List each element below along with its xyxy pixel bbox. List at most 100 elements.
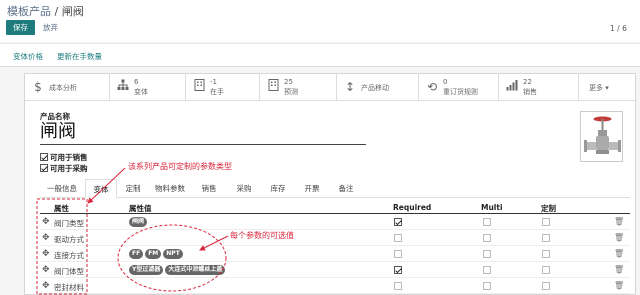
trash-icon[interactable]: 🗑 bbox=[614, 233, 624, 242]
more-label: 更多 ▾ bbox=[589, 84, 609, 92]
custom-checkbox[interactable] bbox=[542, 266, 550, 274]
required-checkbox[interactable] bbox=[394, 266, 402, 274]
variant-prices-button[interactable]: 变体价格 bbox=[13, 51, 43, 62]
custom-checkbox[interactable] bbox=[542, 234, 550, 242]
discard-button[interactable]: 放弃 bbox=[43, 20, 58, 35]
can-be-sold-label: 可用于销售 bbox=[50, 153, 88, 162]
drag-handle-icon[interactable]: ✥ bbox=[42, 233, 50, 243]
sitemap-icon bbox=[116, 79, 130, 95]
can-be-sold-checkbox-row[interactable]: 可用于销售 bbox=[40, 152, 88, 162]
save-button[interactable]: 保存 bbox=[6, 20, 35, 35]
onhand-count: -1 bbox=[210, 78, 217, 86]
table-row[interactable]: ✥ 密封材料 🗑 bbox=[40, 279, 630, 294]
action-bar: 变体价格 更新在手数量 bbox=[0, 43, 640, 67]
value-tag[interactable]: 大连式中泄螺丝上盖 bbox=[165, 265, 226, 275]
tab-general[interactable]: 一般信息 bbox=[40, 179, 84, 198]
tab-variants[interactable]: 变体 bbox=[85, 179, 117, 198]
multi-checkbox[interactable] bbox=[483, 282, 491, 290]
tab-notes[interactable]: 备注 bbox=[330, 179, 362, 198]
drag-handle-icon[interactable]: ✥ bbox=[42, 281, 50, 291]
pager-value[interactable]: 1 / 6 bbox=[610, 24, 627, 33]
attribute-name: 阀门类型 bbox=[54, 219, 84, 228]
table-row[interactable]: ✥ 驱动方式 🗑 bbox=[40, 231, 630, 246]
can-be-purchased-checkbox-row[interactable]: 可用于采购 bbox=[40, 163, 88, 173]
column-required[interactable]: Required bbox=[393, 203, 431, 212]
attribute-name: 连接方式 bbox=[54, 251, 84, 260]
tab-material-params[interactable]: 物料参数 bbox=[149, 179, 191, 198]
breadcrumb: 模板产品 / 闸阀 bbox=[7, 3, 84, 19]
can-be-sold-checkbox[interactable] bbox=[40, 153, 48, 161]
column-multi[interactable]: Multi bbox=[481, 203, 503, 212]
custom-checkbox[interactable] bbox=[542, 282, 550, 290]
tab-invoicing[interactable]: 开票 bbox=[295, 179, 329, 198]
drag-handle-icon[interactable]: ✥ bbox=[42, 249, 50, 259]
attribute-values[interactable]: Y型过滤器 大连式中泄螺丝上盖 bbox=[129, 264, 227, 276]
required-checkbox[interactable] bbox=[394, 282, 402, 290]
variants-button[interactable]: 6 变体 bbox=[110, 74, 186, 100]
can-be-purchased-label: 可用于采购 bbox=[50, 164, 88, 173]
multi-checkbox[interactable] bbox=[483, 234, 491, 242]
custom-checkbox[interactable] bbox=[542, 250, 550, 258]
annotation-note-2: 每个参数的可选值 bbox=[230, 231, 294, 240]
attribute-name: 驱动方式 bbox=[54, 235, 84, 244]
multi-checkbox[interactable] bbox=[483, 250, 491, 258]
sales-button[interactable]: 22 销售 bbox=[499, 74, 579, 100]
can-be-purchased-checkbox[interactable] bbox=[40, 164, 48, 172]
drag-handle-icon[interactable]: ✥ bbox=[42, 265, 50, 275]
building-icon bbox=[192, 79, 206, 95]
table-row[interactable]: ✥ 阀门类型 闸阀 🗑 bbox=[40, 215, 630, 230]
cost-analysis-button[interactable]: $ 成本分析 bbox=[25, 74, 110, 100]
drag-handle-icon[interactable]: ✥ bbox=[42, 217, 50, 227]
trash-icon[interactable]: 🗑 bbox=[614, 249, 624, 258]
control-panel: 模板产品 / 闸阀 保存 放弃 1 / 6 bbox=[0, 0, 640, 42]
reorder-rules-button[interactable]: ⟲ 0 重订货规则 bbox=[419, 74, 499, 100]
variants-count: 6 bbox=[134, 78, 139, 86]
table-row[interactable]: ✥ 连接方式 FF FM NPT 🗑 bbox=[40, 247, 630, 262]
column-attribute[interactable]: 属性 bbox=[54, 203, 69, 214]
onhand-label: 在手 bbox=[210, 88, 224, 96]
cost-analysis-label: 成本分析 bbox=[49, 84, 77, 92]
attribute-name: 阀门体型 bbox=[54, 267, 84, 276]
tab-inventory[interactable]: 库存 bbox=[262, 179, 294, 198]
reorder-count: 0 bbox=[443, 78, 448, 86]
value-tag[interactable]: FM bbox=[145, 249, 162, 259]
column-custom[interactable]: 定制 bbox=[541, 203, 556, 214]
product-moves-button[interactable]: ↕ 产品移动 bbox=[337, 74, 419, 100]
annotation-note-1: 该系列产品可定制的参数类型 bbox=[128, 162, 232, 171]
trash-icon[interactable]: 🗑 bbox=[614, 217, 624, 226]
tab-custom[interactable]: 定制 bbox=[118, 179, 148, 198]
forecast-button[interactable]: 25 预测 bbox=[260, 74, 337, 100]
multi-checkbox[interactable] bbox=[483, 266, 491, 274]
value-tag[interactable]: 闸阀 bbox=[129, 217, 148, 227]
variants-label: 变体 bbox=[134, 88, 148, 96]
product-name-input[interactable]: 闸阀 bbox=[40, 121, 366, 145]
attribute-values[interactable]: 闸阀 bbox=[129, 216, 149, 228]
required-checkbox[interactable] bbox=[394, 218, 402, 226]
custom-checkbox[interactable] bbox=[542, 218, 550, 226]
smart-button-bar: $ 成本分析 6 变体 -1 在手 25 预测 ↕ 产品移动 ⟲ 0 重订货规则… bbox=[25, 74, 637, 101]
tab-sales[interactable]: 销售 bbox=[192, 179, 226, 198]
arrows-vertical-icon: ↕ bbox=[344, 80, 356, 94]
dollar-icon: $ bbox=[34, 80, 42, 94]
value-tag[interactable]: NPT bbox=[163, 249, 183, 259]
reorder-label: 重订货规则 bbox=[443, 88, 478, 96]
attribute-values[interactable]: FF FM NPT bbox=[129, 248, 185, 260]
trash-icon[interactable]: 🗑 bbox=[614, 281, 624, 290]
gate-valve-image bbox=[584, 116, 621, 154]
tab-purchase[interactable]: 采购 bbox=[227, 179, 261, 198]
product-image[interactable] bbox=[580, 111, 623, 162]
breadcrumb-parent-link[interactable]: 模板产品 bbox=[7, 5, 51, 18]
value-tag[interactable]: Y型过滤器 bbox=[129, 265, 164, 275]
table-row[interactable]: ✥ 阀门体型 Y型过滤器 大连式中泄螺丝上盖 🗑 bbox=[40, 263, 630, 278]
required-checkbox[interactable] bbox=[394, 234, 402, 242]
more-button[interactable]: 更多 ▾ bbox=[579, 74, 637, 100]
notebook-tabs: 一般信息 变体 定制 物料参数 销售 采购 库存 开票 备注 bbox=[40, 179, 630, 198]
required-checkbox[interactable] bbox=[394, 250, 402, 258]
trash-icon[interactable]: 🗑 bbox=[614, 265, 624, 274]
update-qty-button[interactable]: 更新在手数量 bbox=[57, 51, 102, 62]
value-tag[interactable]: FF bbox=[129, 249, 144, 259]
onhand-button[interactable]: -1 在手 bbox=[186, 74, 260, 100]
column-values[interactable]: 属性值 bbox=[129, 203, 152, 214]
product-moves-label: 产品移动 bbox=[361, 84, 389, 92]
multi-checkbox[interactable] bbox=[483, 218, 491, 226]
